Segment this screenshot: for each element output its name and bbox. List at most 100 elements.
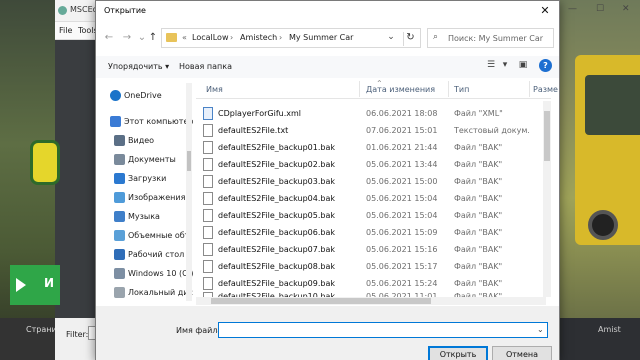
file-row[interactable]: CDplayerForGifu.xml 06.06.2021 18:08 Фай… bbox=[196, 106, 546, 121]
file-type: Файл "BAK" bbox=[454, 228, 503, 237]
nav-item-video[interactable]: Видео bbox=[96, 132, 196, 150]
file-name: CDplayerForGifu.xml bbox=[218, 109, 301, 118]
preview-pane-icon[interactable]: ▣ bbox=[516, 60, 530, 72]
dialog-close-button[interactable]: ✕ bbox=[537, 3, 553, 19]
dialog-title: Открытие bbox=[104, 6, 146, 15]
file-name: defaultES2File_backup07.bak bbox=[218, 245, 336, 254]
nav-item-documents[interactable]: Документы bbox=[96, 151, 196, 169]
file-name: defaultES2File.txt bbox=[218, 126, 289, 135]
search-box[interactable]: ⌕ Поиск: My Summer Car bbox=[427, 28, 554, 48]
file-list-hscroll-thumb[interactable] bbox=[211, 298, 431, 304]
breadcrumb-amistech[interactable]: Amistech bbox=[240, 33, 277, 42]
dialog-titlebar: Открытие ✕ bbox=[96, 1, 559, 21]
help-icon[interactable]: ? bbox=[539, 59, 552, 72]
cancel-button[interactable]: Отмена bbox=[492, 346, 552, 360]
file-row[interactable]: defaultES2File_backup08.bak 05.06.2021 1… bbox=[196, 259, 546, 274]
file-type: Файл "BAK" bbox=[454, 143, 503, 152]
address-bar[interactable]: « LocalLow › Amistech › My Summer Car ⌄ … bbox=[161, 28, 421, 48]
column-divider[interactable] bbox=[448, 81, 449, 97]
column-type[interactable]: Тип bbox=[454, 85, 469, 94]
file-row[interactable]: defaultES2File_backup04.bak 05.06.2021 1… bbox=[196, 191, 546, 206]
nav-item-desktop[interactable]: Рабочий стол bbox=[96, 246, 196, 264]
address-dropdown-icon[interactable]: ⌄ bbox=[384, 32, 398, 42]
nav-label: Объемные объ bbox=[128, 231, 191, 240]
file-row[interactable]: defaultES2File_backup01.bak 01.06.2021 2… bbox=[196, 140, 546, 155]
file-type: Файл "BAK" bbox=[454, 262, 503, 271]
breadcrumb-locallow[interactable]: LocalLow bbox=[192, 33, 229, 42]
music-icon bbox=[114, 211, 125, 222]
nav-item-music[interactable]: Музыка bbox=[96, 208, 196, 226]
text-file-icon bbox=[203, 124, 213, 137]
minimize-icon[interactable]: — bbox=[568, 4, 578, 14]
nav-item-pictures[interactable]: Изображения bbox=[96, 189, 196, 207]
file-date: 07.06.2021 15:01 bbox=[366, 126, 438, 135]
view-dropdown-icon[interactable]: ▾ bbox=[498, 60, 512, 72]
background-play-label: И bbox=[44, 276, 55, 290]
bak-file-icon bbox=[203, 192, 213, 205]
search-placeholder: Поиск: My Summer Car bbox=[448, 34, 544, 43]
nav-item-onedrive[interactable]: OneDrive bbox=[96, 87, 196, 105]
file-date: 05.06.2021 15:04 bbox=[366, 194, 438, 203]
dialog-toolbar: Упорядочить ▾ Новая папка ☰ ▾ ▣ ? bbox=[96, 56, 559, 78]
nav-label: OneDrive bbox=[124, 91, 162, 100]
file-row[interactable]: defaultES2File.txt 07.06.2021 15:01 Текс… bbox=[196, 123, 546, 138]
file-row[interactable]: defaultES2File_backup05.bak 05.06.2021 1… bbox=[196, 208, 546, 223]
bak-file-icon bbox=[203, 141, 213, 154]
open-button[interactable]: Открыть bbox=[428, 346, 488, 360]
nav-pane-scrollbar[interactable] bbox=[186, 83, 192, 301]
file-row[interactable]: defaultES2File_backup09.bak 05.06.2021 1… bbox=[196, 276, 546, 291]
bak-file-icon bbox=[203, 260, 213, 273]
nav-pane-scroll-thumb[interactable] bbox=[187, 151, 191, 171]
file-row[interactable]: defaultES2File_backup03.bak 05.06.2021 1… bbox=[196, 174, 546, 189]
up-arrow-icon[interactable]: ↑ bbox=[146, 31, 160, 45]
background-pages-label: Страни bbox=[26, 325, 57, 334]
menu-file[interactable]: File bbox=[59, 26, 72, 35]
refresh-icon[interactable]: ↻ bbox=[403, 32, 417, 46]
dialog-footer: Имя файла: ⌄ Открыть Отмена bbox=[96, 306, 559, 360]
column-divider[interactable] bbox=[529, 81, 530, 97]
new-folder-button[interactable]: Новая папка bbox=[179, 62, 232, 71]
file-date: 05.06.2021 15:17 bbox=[366, 262, 438, 271]
bak-file-icon bbox=[203, 158, 213, 171]
nav-label: Windows 10 (C:) bbox=[128, 269, 194, 278]
open-file-dialog: Открытие ✕ ← → ⌄ ↑ « LocalLow › Amistech… bbox=[95, 0, 560, 360]
nav-item-drive-c[interactable]: Windows 10 (C:) bbox=[96, 265, 196, 283]
drive-icon bbox=[114, 268, 125, 279]
nav-item-this-pc[interactable]: Этот компьютер bbox=[96, 113, 196, 131]
back-arrow-icon[interactable]: ← bbox=[102, 31, 116, 45]
file-row[interactable]: defaultES2File_backup07.bak 05.06.2021 1… bbox=[196, 242, 546, 257]
view-options-icon[interactable]: ☰ bbox=[484, 60, 498, 72]
file-row[interactable]: defaultES2File_backup06.bak 05.06.2021 1… bbox=[196, 225, 546, 240]
app-logo-icon bbox=[58, 6, 67, 15]
nav-item-downloads[interactable]: Загрузки bbox=[96, 170, 196, 188]
forward-arrow-icon[interactable]: → bbox=[120, 31, 134, 45]
file-list-scroll-thumb[interactable] bbox=[544, 111, 550, 161]
column-name[interactable]: Имя bbox=[206, 85, 223, 94]
file-name: defaultES2File_backup03.bak bbox=[218, 177, 336, 186]
file-row[interactable]: defaultES2File_backup02.bak 05.06.2021 1… bbox=[196, 157, 546, 172]
video-icon bbox=[114, 135, 125, 146]
breadcrumb-overflow[interactable]: « bbox=[182, 33, 187, 42]
file-type: Файл "XML" bbox=[454, 109, 503, 118]
organize-button[interactable]: Упорядочить ▾ bbox=[108, 62, 169, 71]
column-date[interactable]: Дата изменения bbox=[366, 85, 435, 94]
column-size[interactable]: Разме bbox=[533, 85, 558, 94]
computer-icon bbox=[110, 116, 121, 127]
file-date: 05.06.2021 13:44 bbox=[366, 160, 438, 169]
drive-icon bbox=[114, 287, 125, 298]
file-name: defaultES2File_backup01.bak bbox=[218, 143, 336, 152]
navigation-pane: OneDrive Этот компьютер Видео Документы … bbox=[96, 81, 196, 301]
nav-item-local-disk[interactable]: Локальный дис bbox=[96, 284, 196, 302]
filename-dropdown-icon[interactable]: ⌄ bbox=[537, 325, 557, 334]
downloads-icon bbox=[114, 173, 125, 184]
breadcrumb-my-summer-car[interactable]: My Summer Car bbox=[289, 33, 353, 42]
file-type: Файл "BAK" bbox=[454, 194, 503, 203]
maximize-icon[interactable]: ☐ bbox=[596, 4, 606, 14]
nav-item-3d-objects[interactable]: Объемные объ bbox=[96, 227, 196, 245]
close-icon[interactable]: ✕ bbox=[622, 4, 632, 14]
bak-file-icon bbox=[203, 226, 213, 239]
file-name: defaultES2File_backup02.bak bbox=[218, 160, 336, 169]
filename-input[interactable] bbox=[218, 322, 548, 338]
navigation-bar: ← → ⌄ ↑ « LocalLow › Amistech › My Summe… bbox=[96, 23, 559, 51]
column-divider[interactable] bbox=[359, 81, 360, 97]
